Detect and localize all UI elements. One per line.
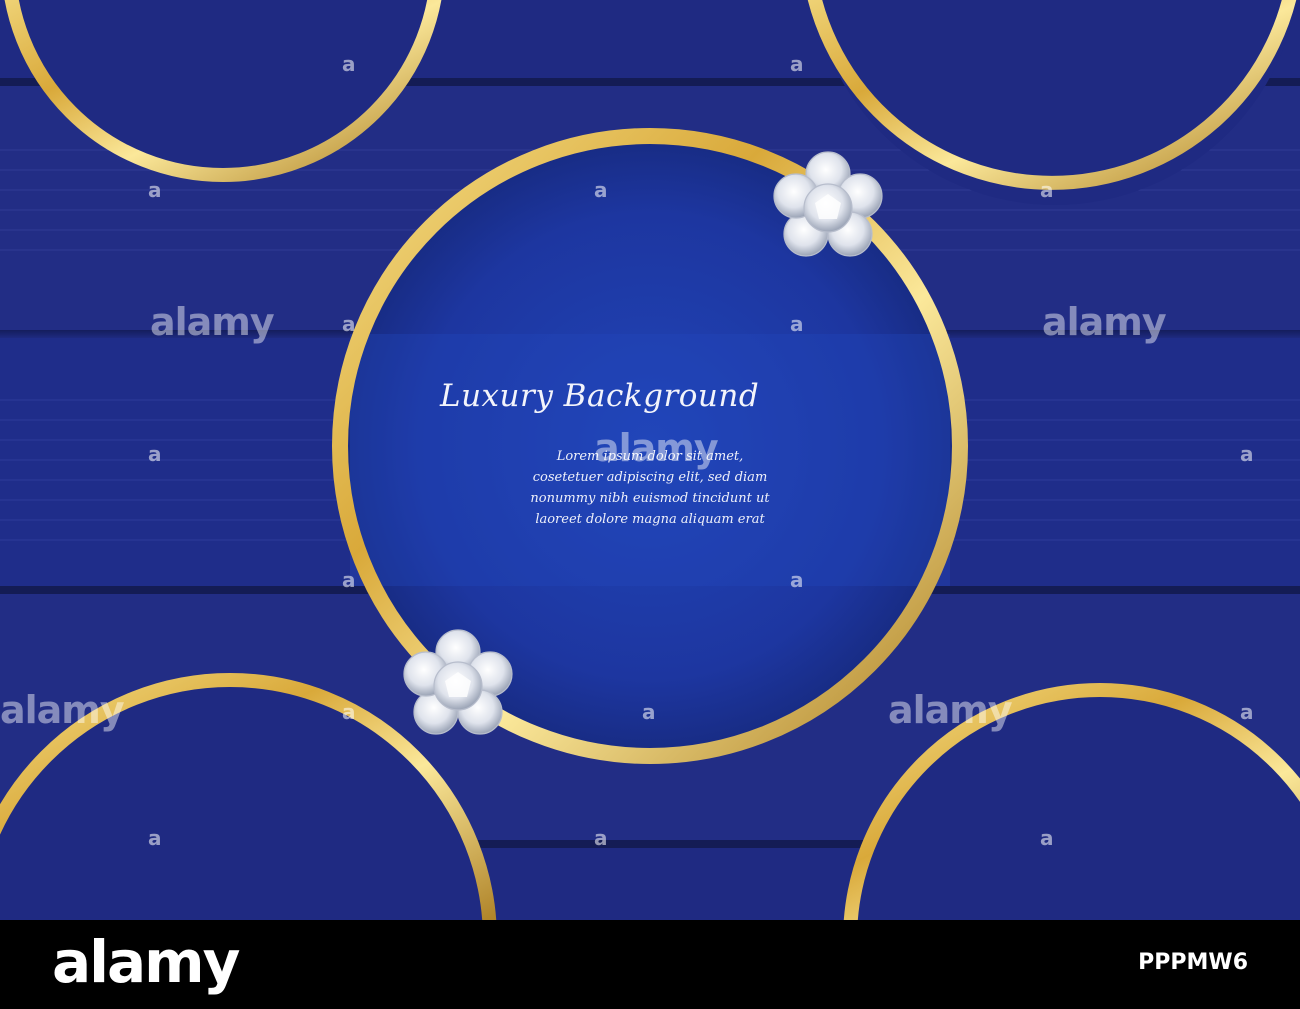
luxury-background-image: Luxury Background Lorem ipsum dolor sit … <box>0 0 1300 1009</box>
watermark-mark: a <box>342 700 356 724</box>
watermark: alamy <box>150 300 275 344</box>
watermark-mark: a <box>148 178 162 202</box>
watermark-mark: a <box>1240 442 1254 466</box>
body-line: laoreet dolore magna aliquam erat <box>535 512 765 527</box>
watermark-mark: a <box>148 442 162 466</box>
watermark-mark: a <box>342 312 356 336</box>
watermark-mark: a <box>790 312 804 336</box>
watermark-mark: a <box>1040 178 1054 202</box>
image-id: PPPMW6 <box>1138 950 1248 975</box>
watermark-mark: a <box>148 826 162 850</box>
watermark: alamy <box>594 426 719 470</box>
body-line: nonummy nibh euismod tincidunt ut <box>530 491 770 506</box>
watermark: alamy <box>0 688 125 732</box>
watermark-mark: a <box>594 826 608 850</box>
watermark-mark: a <box>594 178 608 202</box>
headline: Luxury Background <box>440 378 760 414</box>
watermark-mark: a <box>642 700 656 724</box>
watermark-mark: a <box>342 568 356 592</box>
watermark-mark: a <box>790 568 804 592</box>
watermark: alamy <box>1042 300 1167 344</box>
watermark-mark: a <box>342 52 356 76</box>
watermark: alamy <box>888 688 1013 732</box>
watermark-mark: a <box>790 52 804 76</box>
watermark-mark: a <box>1040 826 1054 850</box>
footer-bar: alamy PPPMW6 <box>0 920 1300 1009</box>
alamy-logo: alamy <box>52 928 240 996</box>
watermark-mark: a <box>1240 700 1254 724</box>
body-line: cosetetuer adipiscing elit, sed diam <box>532 470 768 485</box>
